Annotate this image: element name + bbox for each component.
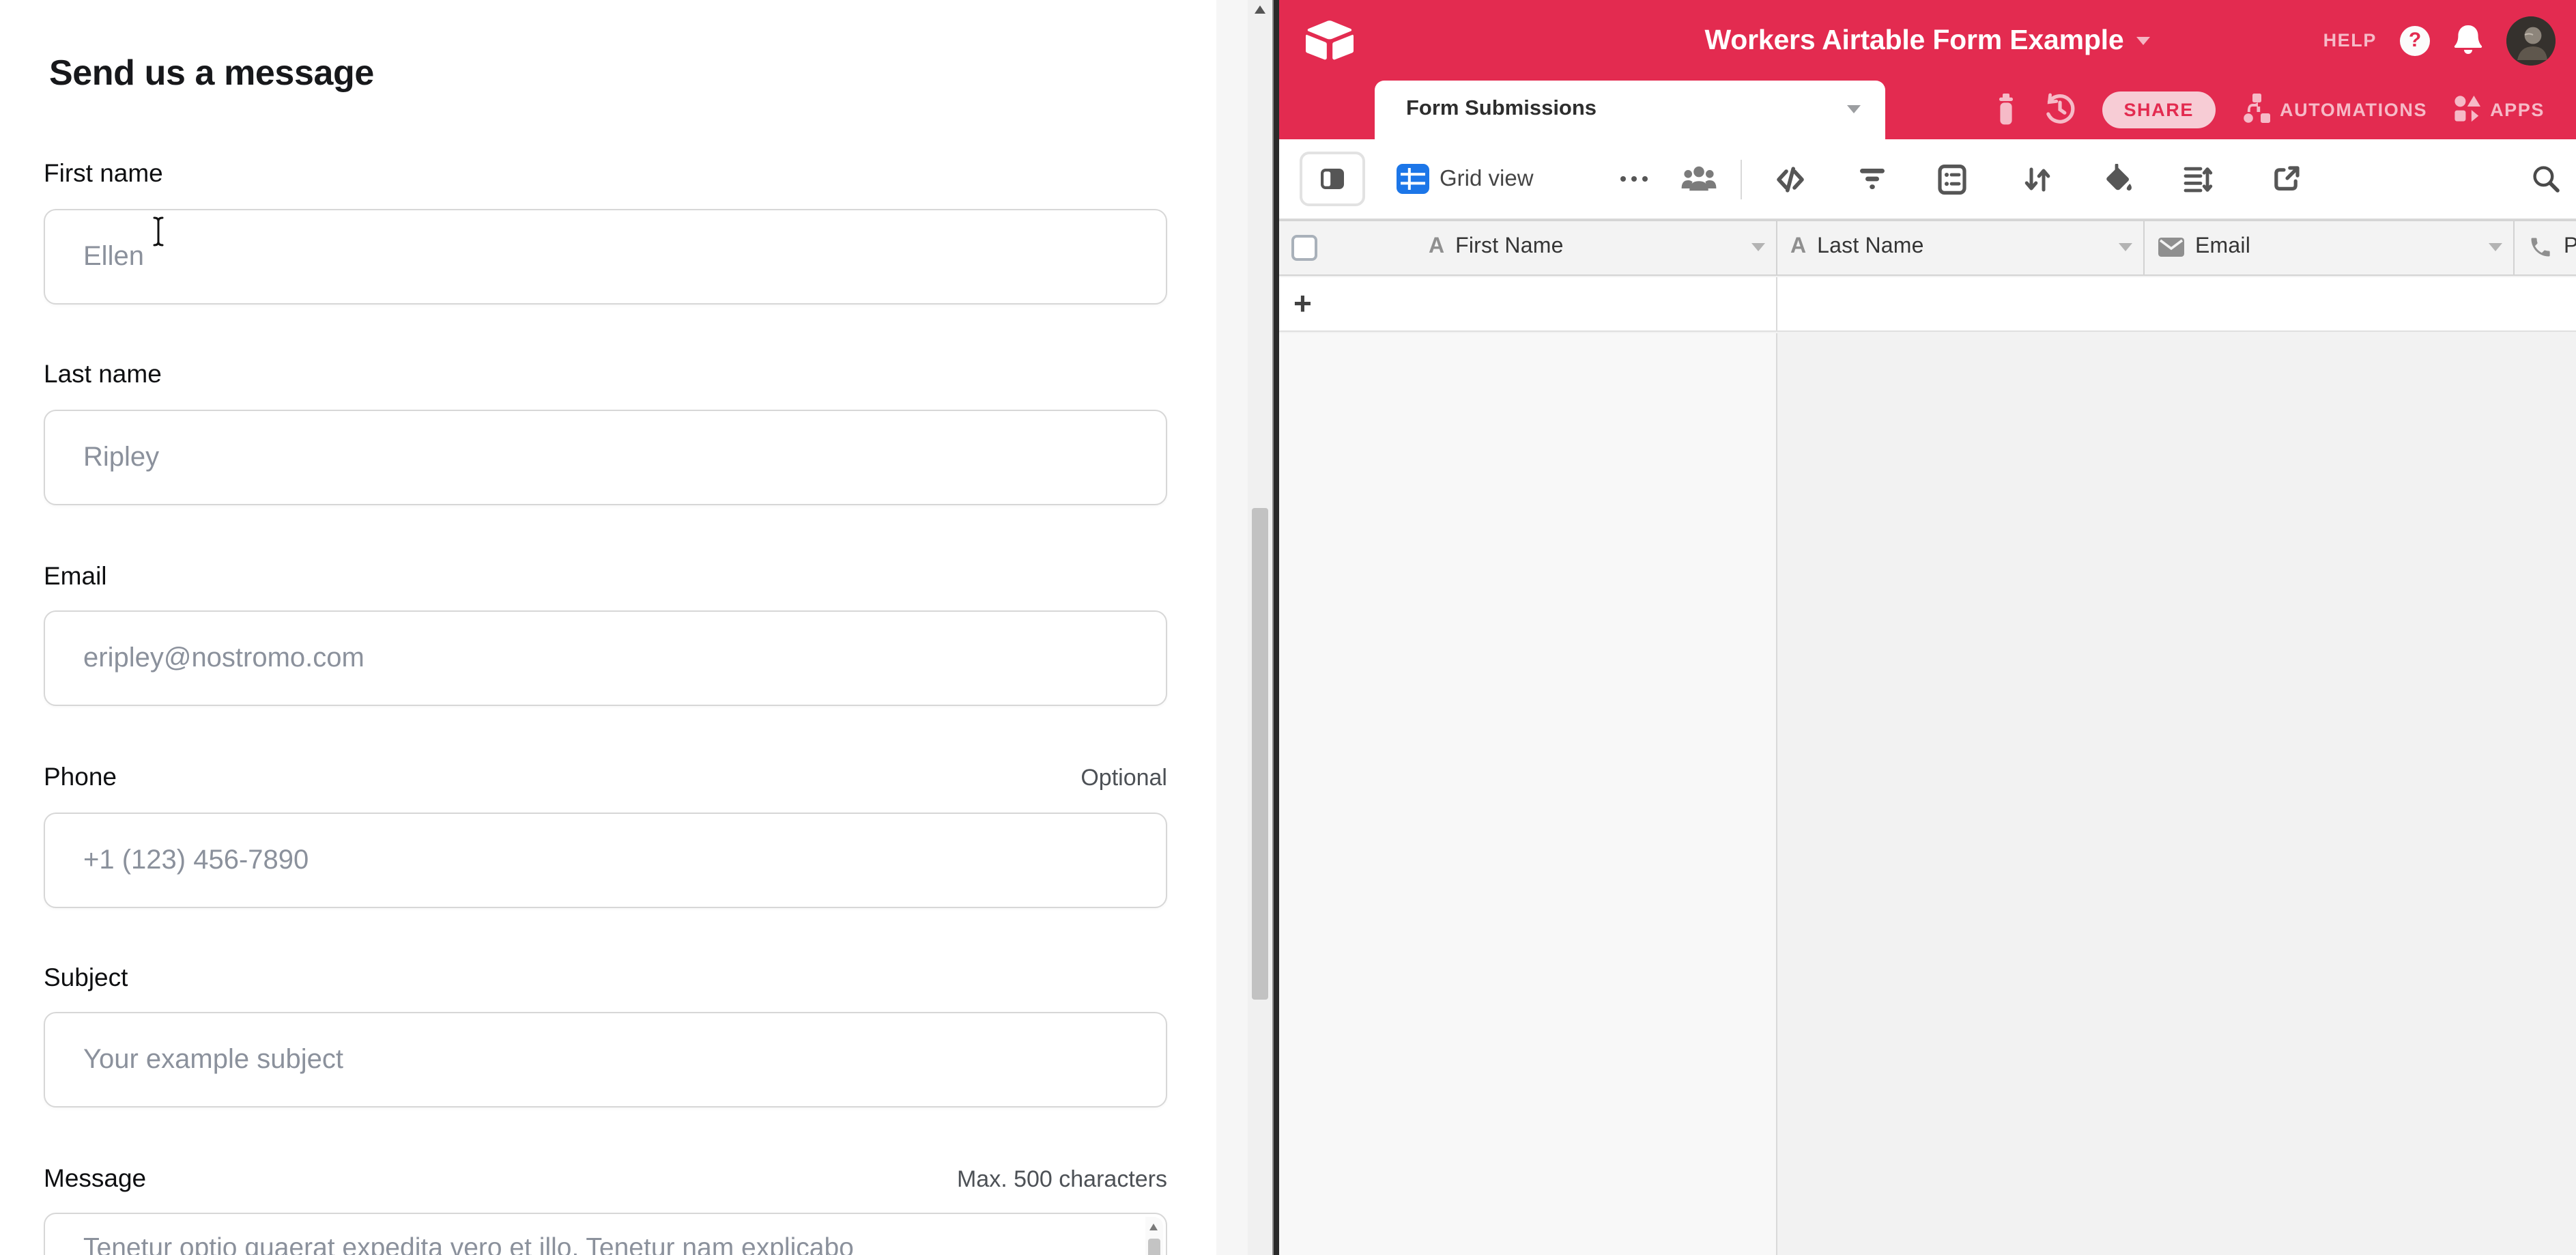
window-divider[interactable]	[1272, 0, 1278, 1255]
help-question-icon[interactable]: ?	[2400, 25, 2430, 55]
grid-view-icon[interactable]	[1397, 139, 1429, 219]
base-title-caret-icon[interactable]	[2136, 36, 2149, 44]
text-cursor-icon	[152, 216, 165, 247]
apps-icon	[2453, 95, 2482, 125]
email-input[interactable]	[44, 610, 1167, 706]
color-icon[interactable]	[2102, 139, 2133, 219]
collaborators-icon[interactable]	[1680, 139, 1717, 219]
history-icon[interactable]	[2043, 92, 2076, 128]
sort-icon[interactable]	[2022, 139, 2051, 219]
contact-form-pane: Send us a message First name Last name E…	[0, 0, 1216, 1255]
email-label: Email	[44, 561, 107, 591]
filter-icon[interactable]	[1857, 139, 1886, 219]
airtable-topbar: Workers Airtable Form Example HELP ?	[1278, 0, 2576, 81]
column-label: Last Name	[1817, 235, 1924, 259]
help-button[interactable]: HELP	[2323, 30, 2377, 51]
page-scrollbar-thumb[interactable]	[1251, 508, 1268, 1000]
airtable-pane: Workers Airtable Form Example HELP ?	[1278, 0, 2576, 1255]
grid-header-row: A First Name A Last Name Email	[1278, 219, 2576, 275]
airtable-tabbar: Form Submissions	[1278, 81, 2576, 139]
phone-field-icon	[2528, 235, 2553, 259]
table-tab-form-submissions[interactable]: Form Submissions	[1375, 81, 1885, 139]
row-gutter	[1278, 221, 1393, 274]
message-label-row: Message Max. 500 characters	[44, 1164, 1167, 1194]
scroll-up-icon[interactable]	[1254, 5, 1265, 14]
first-name-input[interactable]	[44, 209, 1167, 305]
column-label: Email	[2195, 235, 2250, 259]
automations-button[interactable]: AUTOMATIONS	[2242, 94, 2427, 126]
column-caret-icon[interactable]	[2119, 243, 2132, 251]
message-maxchars-hint: Max. 500 characters	[957, 1166, 1167, 1194]
add-record-row[interactable]: +	[1278, 277, 2576, 331]
phone-optional-hint: Optional	[1081, 765, 1167, 792]
views-sidebar-toggle-button[interactable]	[1300, 151, 1364, 206]
message-textarea[interactable]	[44, 1213, 1167, 1255]
hide-fields-icon[interactable]	[1774, 139, 1805, 219]
message-field-wrap	[44, 1213, 1167, 1255]
grid-canvas-frozen-column	[1278, 333, 1777, 1255]
phone-label: Phone	[44, 762, 117, 792]
search-icon[interactable]	[2531, 139, 2561, 219]
automations-icon	[2242, 94, 2272, 126]
select-all-checkbox[interactable]	[1291, 234, 1317, 260]
message-scrollbar-thumb[interactable]	[1148, 1239, 1160, 1255]
column-header-email[interactable]: Email	[2145, 221, 2515, 274]
screen: Send us a message First name Last name E…	[0, 0, 2576, 1255]
table-tab-label: Form Submissions	[1406, 98, 1597, 122]
automations-label: AUTOMATIONS	[2280, 100, 2427, 120]
message-label: Message	[44, 1164, 146, 1194]
text-field-icon: A	[1790, 235, 1806, 259]
page-scrollbar[interactable]	[1248, 0, 1272, 1255]
form-heading: Send us a message	[49, 52, 374, 94]
column-header-phone[interactable]: Phone	[2515, 221, 2576, 274]
view-toolbar: Grid view	[1278, 139, 2576, 219]
phone-input[interactable]	[44, 813, 1167, 908]
trash-icon[interactable]	[1994, 94, 2017, 126]
column-header-last-name[interactable]: A Last Name	[1777, 221, 2145, 274]
tabbar-actions: SHARE AUTOMATIONS	[1994, 81, 2545, 139]
base-title: Workers Airtable Form Example	[1705, 24, 2124, 57]
page-background-strip	[1216, 0, 1248, 1255]
column-label: Phone	[2564, 235, 2576, 259]
column-caret-icon[interactable]	[2489, 243, 2502, 251]
notifications-bell-icon[interactable]	[2453, 23, 2483, 57]
email-field-icon	[2158, 238, 2184, 257]
last-name-input[interactable]	[44, 410, 1167, 505]
column-caret-icon[interactable]	[1751, 243, 1764, 251]
group-icon[interactable]	[1936, 139, 1966, 219]
row-height-icon[interactable]	[2182, 139, 2212, 219]
last-name-label: Last name	[44, 359, 162, 389]
message-scrollbar[interactable]	[1145, 1217, 1163, 1255]
add-record-cell[interactable]: +	[1278, 277, 1777, 330]
scroll-up-icon[interactable]	[1149, 1224, 1158, 1230]
last-name-label-row: Last name	[44, 359, 1167, 389]
share-view-icon[interactable]	[2271, 139, 2301, 219]
toolbar-divider	[1740, 159, 1741, 199]
apps-button[interactable]: APPS	[2453, 95, 2545, 125]
text-field-icon: A	[1429, 235, 1444, 259]
first-name-label-row: First name	[44, 158, 1167, 188]
subject-input[interactable]	[44, 1012, 1167, 1108]
grid-canvas	[1278, 333, 2576, 1255]
tables-menu-icon[interactable]	[1319, 98, 1345, 107]
column-header-first-name[interactable]: A First Name	[1393, 221, 1777, 274]
subject-label-row: Subject	[44, 963, 1167, 993]
apps-label: APPS	[2490, 100, 2545, 120]
grid-canvas-body	[1777, 333, 2576, 1255]
table-tab-caret-icon[interactable]	[1847, 106, 1861, 114]
first-name-label: First name	[44, 158, 163, 188]
email-label-row: Email	[44, 561, 1167, 591]
column-label: First Name	[1455, 235, 1563, 259]
view-options-ellipsis-icon[interactable]	[1620, 139, 1648, 219]
phone-label-row: Phone Optional	[44, 762, 1167, 792]
add-record-icon[interactable]: +	[1293, 285, 1312, 322]
view-name-label[interactable]: Grid view	[1440, 139, 1534, 219]
subject-label: Subject	[44, 963, 128, 993]
topbar-actions: HELP ?	[2323, 0, 2556, 81]
user-avatar[interactable]	[2506, 16, 2556, 65]
share-button[interactable]: SHARE	[2102, 91, 2216, 128]
